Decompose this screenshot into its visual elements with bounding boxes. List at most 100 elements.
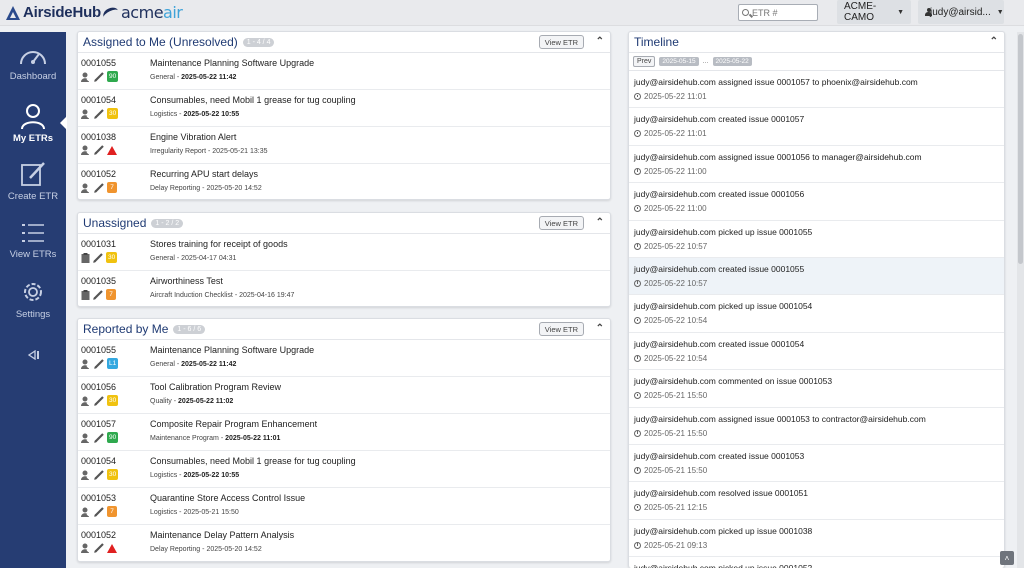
- etr-title[interactable]: Consumables, need Mobil 1 grease for tug…: [150, 456, 356, 466]
- timeline-header: Timeline ⌃: [629, 32, 1004, 53]
- etr-row[interactable]: 0001035 7 Airworthiness Test Aircraft Induc…: [78, 271, 610, 306]
- etr-id[interactable]: 0001052: [81, 530, 116, 540]
- etr-id[interactable]: 0001038: [81, 132, 116, 142]
- event-timestamp: 2025-05-22 11:01: [644, 92, 707, 101]
- etr-title[interactable]: Consumables, need Mobil 1 grease for tug…: [150, 95, 356, 105]
- sidebar-item-dashboard[interactable]: Dashboard: [0, 36, 66, 94]
- row-icons: 7: [81, 182, 117, 193]
- org-dropdown[interactable]: ACME-CAMO ▼: [837, 0, 911, 24]
- etr-id[interactable]: 0001053: [81, 493, 116, 503]
- collapse-sidebar-icon[interactable]: [26, 350, 40, 360]
- etr-id[interactable]: 0001057: [81, 419, 116, 429]
- page-scrollbar[interactable]: [1017, 32, 1024, 568]
- etr-search[interactable]: [738, 4, 818, 21]
- clock-icon: [634, 504, 641, 512]
- pencil-icon[interactable]: [94, 145, 104, 155]
- person-icon: [81, 109, 91, 119]
- priority-badge: 7: [107, 506, 117, 517]
- etr-row[interactable]: 0001054 30 Consumables, need Mobil 1 greas…: [78, 90, 610, 127]
- collapse-chevron-icon[interactable]: ⌃: [596, 36, 604, 47]
- brand-name: AirsideHub: [23, 4, 102, 21]
- view-etr-button[interactable]: View ETR: [538, 216, 584, 230]
- etr-row[interactable]: 0001056 30 Tool Calibration Program Review…: [78, 377, 610, 414]
- etr-title[interactable]: Engine Vibration Alert: [150, 132, 236, 142]
- event-text: judy@airsidehub.com assigned issue 00010…: [634, 77, 918, 87]
- event-timestamp: 2025-05-21 15:50: [644, 391, 708, 401]
- scrollbar-thumb[interactable]: [1018, 34, 1023, 264]
- sidebar-item-view-etrs[interactable]: View ETRs: [0, 212, 66, 270]
- brand-logo[interactable]: AirsideHub: [6, 4, 101, 21]
- pencil-icon[interactable]: [94, 182, 104, 193]
- pencil-icon[interactable]: [94, 71, 104, 82]
- etr-row[interactable]: 0001052 Maintenance Delay Pattern Analysi…: [78, 525, 610, 561]
- etr-row[interactable]: 0001053 7 Quarantine Store Access Control …: [78, 488, 610, 525]
- pencil-icon[interactable]: [94, 543, 104, 553]
- event-text: judy@airsidehub.com created issue 000105…: [634, 263, 805, 274]
- etr-row[interactable]: 0001054 30 Consumables, need Mobil 1 greas…: [78, 451, 610, 488]
- priority-badge: L1: [107, 358, 119, 369]
- etr-id[interactable]: 0001052: [81, 169, 116, 179]
- range-end-chip: 2025-05-22: [712, 57, 752, 66]
- pencil-icon[interactable]: [94, 506, 104, 517]
- priority-badge: 90: [107, 71, 119, 82]
- etr-id[interactable]: 0001056: [81, 382, 116, 392]
- row-icons: 7: [81, 506, 117, 517]
- pencil-icon[interactable]: [93, 252, 103, 263]
- etr-id[interactable]: 0001031: [81, 239, 116, 249]
- person-icon: [81, 543, 91, 553]
- view-etr-button[interactable]: View ETR: [538, 35, 584, 49]
- etr-row[interactable]: 0001057 90 Composite Repair Program Enhanc…: [78, 414, 610, 451]
- etr-category: Quality: [150, 398, 172, 405]
- pencil-icon[interactable]: [94, 358, 104, 369]
- etr-id[interactable]: 0001054: [81, 95, 116, 105]
- etr-title[interactable]: Tool Calibration Program Review: [150, 382, 281, 392]
- etr-category: Aircraft Induction Checklist: [150, 292, 233, 299]
- etr-row[interactable]: 0001031 30 Stores training for receipt of …: [78, 234, 610, 271]
- etr-title[interactable]: Maintenance Planning Software Upgrade: [150, 345, 314, 355]
- etr-title[interactable]: Airworthiness Test: [150, 276, 223, 286]
- etr-category: Logistics: [150, 111, 178, 118]
- priority-badge: 30: [107, 108, 119, 119]
- etr-title[interactable]: Maintenance Planning Software Upgrade: [150, 58, 314, 68]
- warning-icon: [107, 543, 117, 553]
- etr-title[interactable]: Composite Repair Program Enhancement: [150, 419, 317, 429]
- etr-category: General: [150, 255, 175, 262]
- pencil-icon[interactable]: [94, 108, 104, 119]
- unassigned-panel: Unassigned 1 - 2 / 2 View ETR ⌃ 0001031 3…: [77, 212, 611, 307]
- etr-meta: Logistics - 2025-05-21 15:50: [150, 509, 239, 516]
- etr-id[interactable]: 0001035: [81, 276, 116, 286]
- airsidehub-logo-icon: [6, 5, 20, 20]
- person-icon: [81, 359, 91, 369]
- etr-row[interactable]: 0001038 Engine Vibration Alert Irregularit…: [78, 127, 610, 164]
- row-icons: 90: [81, 432, 119, 443]
- etr-id[interactable]: 0001055: [81, 58, 116, 68]
- etr-row[interactable]: 0001052 7 Recurring APU start delays Delay …: [78, 164, 610, 199]
- etr-title[interactable]: Recurring APU start delays: [150, 169, 258, 179]
- sidebar-item-create-etr[interactable]: Create ETR: [0, 152, 66, 210]
- etr-row[interactable]: 0001055 L1 Maintenance Planning Software U…: [78, 340, 610, 377]
- prev-button[interactable]: Prev: [633, 56, 656, 67]
- scroll-to-top-button[interactable]: ˄: [1000, 551, 1014, 565]
- view-etr-button[interactable]: View ETR: [538, 322, 584, 336]
- pencil-icon[interactable]: [93, 289, 103, 300]
- etr-title[interactable]: Quarantine Store Access Control Issue: [150, 493, 305, 503]
- user-dropdown[interactable]: judy@airsid... ▼: [918, 0, 1004, 24]
- pencil-icon[interactable]: [94, 395, 104, 406]
- collapse-chevron-icon[interactable]: ⌃: [596, 217, 604, 228]
- pencil-icon[interactable]: [94, 432, 104, 443]
- collapse-chevron-icon[interactable]: ⌃: [596, 323, 604, 334]
- timeline-pager: Prev 2025-05-15 ... 2025-05-22: [629, 53, 1004, 71]
- sidebar-item-settings[interactable]: Settings: [0, 270, 66, 328]
- etr-id[interactable]: 0001054: [81, 456, 116, 466]
- event-timestamp: 2025-05-21 09:13: [644, 540, 708, 550]
- etr-title[interactable]: Stores training for receipt of goods: [150, 239, 288, 249]
- pencil-icon[interactable]: [94, 469, 104, 480]
- etr-row[interactable]: 0001055 90 Maintenance Planning Software U…: [78, 53, 610, 90]
- etr-id[interactable]: 0001055: [81, 345, 116, 355]
- etr-search-input[interactable]: [752, 7, 812, 18]
- event-time: 2025-05-22 10:54: [634, 316, 707, 325]
- event-time: 2025-05-22 11:01: [634, 92, 707, 101]
- sidebar-item-my-etrs[interactable]: My ETRs: [0, 94, 67, 152]
- etr-title[interactable]: Maintenance Delay Pattern Analysis: [150, 530, 294, 540]
- collapse-chevron-icon[interactable]: ⌃: [990, 36, 998, 47]
